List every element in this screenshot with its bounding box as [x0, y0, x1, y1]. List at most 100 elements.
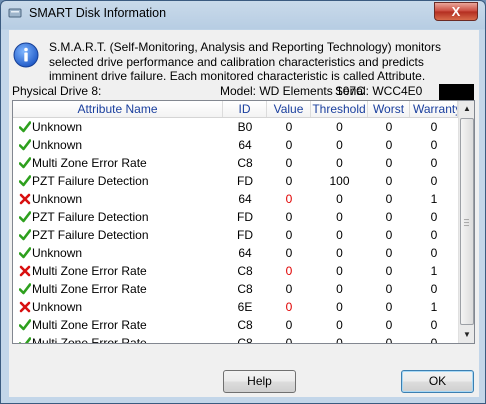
- attribute-warranty-cell: 0: [430, 120, 438, 134]
- attribute-id-cell: C8: [237, 264, 253, 278]
- attribute-value-cell: 0: [285, 264, 293, 278]
- table-row[interactable]: Multi Zone Error Rate C8 0 0 0 0: [13, 334, 458, 344]
- attribute-name: Unknown: [32, 300, 83, 314]
- vertical-scrollbar[interactable]: ▲ ─ ─ ─ ▼: [458, 101, 474, 343]
- attribute-worst-cell: 0: [385, 246, 393, 260]
- attribute-id-cell: C8: [237, 282, 253, 296]
- table-row[interactable]: Multi Zone Error Rate C8 0 0 0 1: [13, 262, 458, 280]
- attribute-threshold-cell: 0: [336, 264, 343, 278]
- table-row[interactable]: Unknown 6E 0 0 0 1: [13, 298, 458, 316]
- window-app-icon: [8, 8, 22, 18]
- attribute-name-cell: PZT Failure Detection: [13, 226, 223, 244]
- attribute-id-cell: FD: [237, 174, 253, 188]
- red-x-icon: [19, 301, 31, 313]
- scroll-down-button[interactable]: ▼: [459, 327, 474, 343]
- table-header: Attribute Name ID Value Threshold Worst …: [13, 101, 458, 118]
- attribute-name: Unknown: [32, 120, 83, 134]
- green-checkmark-icon: [19, 139, 31, 151]
- green-checkmark-icon: [19, 337, 31, 343]
- attribute-name: Multi Zone Error Rate: [32, 156, 147, 170]
- attribute-id-cell: C8: [237, 318, 253, 332]
- scrollbar-thumb[interactable]: ─ ─ ─: [460, 118, 474, 325]
- close-button[interactable]: X: [434, 2, 478, 21]
- column-header-warranty[interactable]: Warranty: [410, 101, 458, 117]
- table-row[interactable]: Unknown 64 0 0 0 1: [13, 190, 458, 208]
- attribute-name: PZT Failure Detection: [32, 210, 149, 224]
- attribute-value-cell: 0: [285, 174, 293, 188]
- attribute-id-cell: 6E: [237, 300, 253, 314]
- table-row[interactable]: Unknown 64 0 0 0 0: [13, 136, 458, 154]
- smart-disk-info-window: SMART Disk Information X S.M.A.R.T. (Sel…: [0, 0, 486, 404]
- attribute-worst-cell: 0: [385, 174, 393, 188]
- attribute-threshold-cell: 0: [336, 228, 343, 242]
- table-row[interactable]: Multi Zone Error Rate C8 0 0 0 0: [13, 154, 458, 172]
- attribute-value-cell: 0: [285, 138, 293, 152]
- scroll-up-arrow-icon: ▲: [463, 104, 471, 113]
- scroll-down-arrow-icon: ▼: [463, 330, 471, 339]
- attribute-id-cell: C8: [237, 156, 253, 170]
- serial-redaction-block: [439, 84, 474, 100]
- attribute-name-cell: Unknown: [13, 118, 223, 136]
- green-checkmark-icon: [19, 121, 31, 133]
- attribute-warranty-cell: 0: [430, 156, 438, 170]
- table-row[interactable]: PZT Failure Detection FD 0 100 0 0: [13, 172, 458, 190]
- attribute-name-cell: Multi Zone Error Rate: [13, 334, 223, 343]
- title-bar[interactable]: SMART Disk Information X: [1, 1, 485, 27]
- drive-serial-text: Serial: WCC4E0: [335, 84, 423, 98]
- column-header-worst[interactable]: Worst: [368, 101, 410, 117]
- green-checkmark-icon: [19, 211, 31, 223]
- attribute-id-cell: FD: [237, 228, 253, 242]
- attribute-warranty-cell: 1: [430, 192, 438, 206]
- attribute-worst-cell: 0: [385, 318, 393, 332]
- column-header-value[interactable]: Value: [267, 101, 311, 117]
- attribute-id-cell: 64: [238, 138, 252, 152]
- ok-button[interactable]: OK: [401, 370, 474, 393]
- attribute-value-cell: 0: [285, 120, 293, 134]
- attribute-threshold-cell: 0: [336, 246, 343, 260]
- table-row[interactable]: Multi Zone Error Rate C8 0 0 0 0: [13, 280, 458, 298]
- attribute-worst-cell: 0: [385, 228, 393, 242]
- attribute-value-cell: 0: [285, 246, 293, 260]
- attribute-name: Unknown: [32, 192, 83, 206]
- column-header-attribute-name[interactable]: Attribute Name: [13, 101, 223, 117]
- attribute-worst-cell: 0: [385, 300, 393, 314]
- green-checkmark-icon: [19, 247, 31, 259]
- attribute-name: Multi Zone Error Rate: [32, 282, 147, 296]
- attribute-threshold-cell: 0: [336, 282, 343, 296]
- physical-drive-label: Physical Drive 8:: [12, 84, 102, 98]
- table-row[interactable]: Unknown B0 0 0 0 0: [13, 118, 458, 136]
- attribute-name: Unknown: [32, 138, 83, 152]
- attributes-table[interactable]: Attribute Name ID Value Threshold Worst …: [12, 100, 475, 344]
- attribute-warranty-cell: 1: [430, 300, 438, 314]
- help-button[interactable]: Help: [223, 370, 296, 393]
- attribute-name-cell: Multi Zone Error Rate: [13, 154, 223, 172]
- close-icon: X: [451, 4, 461, 19]
- attribute-warranty-cell: 0: [430, 138, 438, 152]
- column-header-id[interactable]: ID: [223, 101, 267, 117]
- table-row[interactable]: PZT Failure Detection FD 0 0 0 0: [13, 208, 458, 226]
- window-title: SMART Disk Information: [29, 6, 167, 20]
- attribute-warranty-cell: 0: [430, 228, 438, 242]
- attribute-name: Multi Zone Error Rate: [32, 318, 147, 332]
- attribute-name-cell: Multi Zone Error Rate: [13, 280, 223, 298]
- attribute-worst-cell: 0: [385, 138, 393, 152]
- attribute-name-cell: Multi Zone Error Rate: [13, 316, 223, 334]
- attribute-name-cell: Unknown: [13, 190, 223, 208]
- green-checkmark-icon: [19, 229, 31, 241]
- drive-info-row: Physical Drive 8: Model: WD Elements 107…: [12, 84, 475, 100]
- attribute-warranty-cell: 0: [430, 318, 438, 332]
- attribute-worst-cell: 0: [385, 336, 393, 344]
- table-row[interactable]: PZT Failure Detection FD 0 0 0 0: [13, 226, 458, 244]
- scrollbar-grip-icon: ─ ─ ─: [464, 217, 469, 230]
- green-checkmark-icon: [19, 157, 31, 169]
- column-header-threshold[interactable]: Threshold: [311, 101, 368, 117]
- attribute-value-cell: 0: [285, 156, 293, 170]
- attribute-name-cell: Multi Zone Error Rate: [13, 262, 223, 280]
- table-row[interactable]: Multi Zone Error Rate C8 0 0 0 0: [13, 316, 458, 334]
- dialog-client-area: S.M.A.R.T. (Self-Monitoring, Analysis an…: [9, 30, 479, 397]
- red-x-icon: [19, 193, 31, 205]
- info-description: S.M.A.R.T. (Self-Monitoring, Analysis an…: [49, 40, 441, 83]
- table-row[interactable]: Unknown 64 0 0 0 0: [13, 244, 458, 262]
- attribute-warranty-cell: 1: [430, 264, 438, 278]
- scroll-up-button[interactable]: ▲: [459, 101, 474, 117]
